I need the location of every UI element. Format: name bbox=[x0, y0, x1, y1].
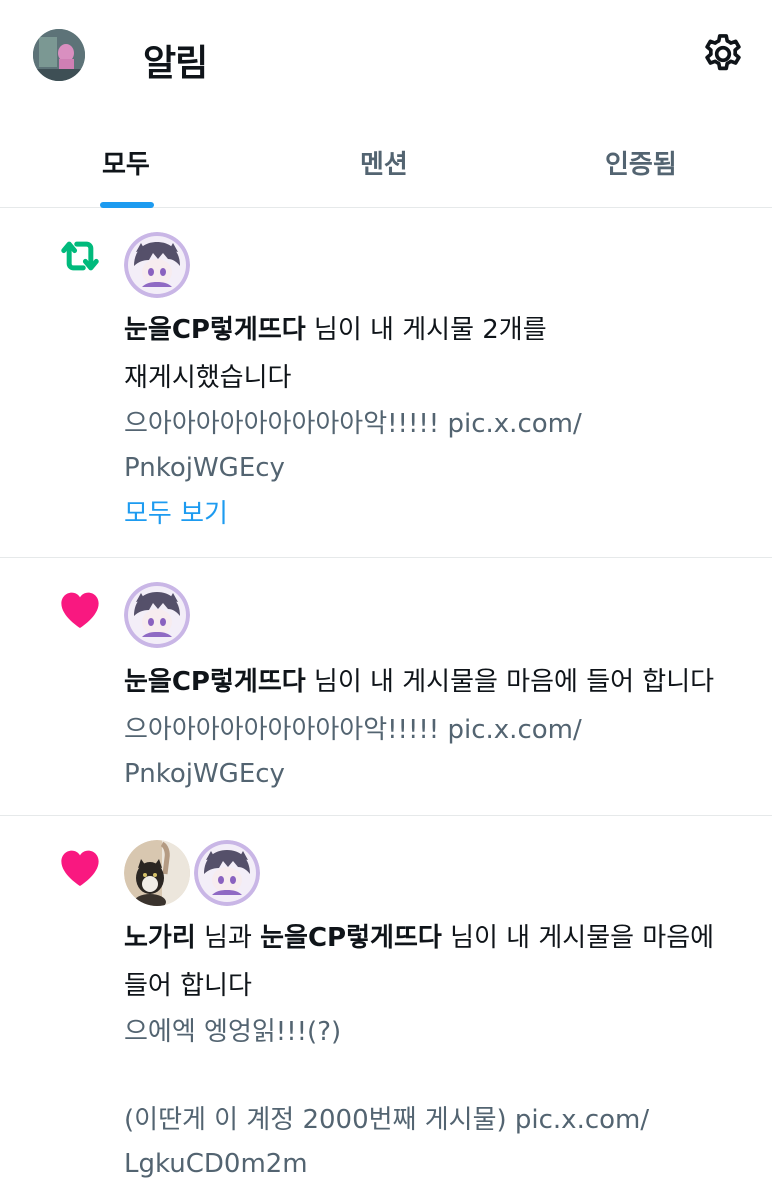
post-snippet-cont: PnkojWGEcy bbox=[124, 759, 285, 789]
tab-label: 인증됨 bbox=[605, 150, 677, 180]
notification-text: 노가리 님과 눈을CP렇게뜨다 님이 내 게시물을 마음에 bbox=[124, 916, 714, 960]
connector-text: 님과 bbox=[195, 923, 261, 953]
page-title: 알림 bbox=[143, 43, 208, 84]
notification-item[interactable]: 눈을CP렇게뜨다 님이 내 게시물을 마음에 들어 합니다 으아아아아아아아아아… bbox=[0, 558, 772, 816]
notification-text: 눈을CP렇게뜨다 님이 내 게시물 2개를 bbox=[124, 308, 547, 352]
settings-button[interactable] bbox=[700, 31, 746, 77]
user-avatar[interactable] bbox=[124, 232, 190, 298]
heart-icon bbox=[54, 840, 106, 892]
heart-icon bbox=[54, 582, 106, 634]
post-snippet-cont: LgkuCD0m2m bbox=[124, 1149, 308, 1179]
post-snippet: 으에엑 엥엉읽!!!(?) bbox=[124, 1017, 342, 1047]
post-snippet-cont: (이딴게 이 계정 2000번째 게시물) pic.x.com/ bbox=[124, 1105, 650, 1135]
post-snippet: 으아아아아아아아아아악!!!!! pic.x.com/ bbox=[124, 409, 582, 439]
avatar-image bbox=[124, 582, 190, 648]
user-avatar[interactable] bbox=[194, 840, 260, 906]
action-text: 님이 내 게시물을 마음에 들어 합니다 bbox=[305, 667, 715, 697]
action-text: 님이 내 게시물을 마음에 bbox=[441, 923, 715, 953]
action-text-cont: 들어 합니다 bbox=[124, 971, 252, 1001]
user-name[interactable]: 눈을CP렇게뜨다 bbox=[124, 315, 306, 345]
gear-icon bbox=[705, 34, 741, 71]
post-snippet-cont: PnkojWGEcy bbox=[124, 453, 285, 483]
tab-label: 멘션 bbox=[360, 150, 408, 180]
tab-label: 모두 bbox=[102, 150, 150, 180]
top-bar: 알림 bbox=[0, 0, 772, 112]
tab-all[interactable]: 모두 bbox=[100, 112, 156, 208]
tab-bar: 모두 멘션 인증됨 bbox=[0, 112, 772, 208]
tab-verified[interactable]: 인증됨 bbox=[603, 112, 687, 208]
show-all-link[interactable]: 모두 보기 bbox=[124, 492, 228, 536]
user-name[interactable]: 눈을CP렇게뜨다 bbox=[124, 667, 306, 697]
notification-item[interactable]: 노가리 님과 눈을CP렇게뜨다 님이 내 게시물을 마음에 들어 합니다 으에엑… bbox=[0, 816, 772, 1200]
user-avatar[interactable] bbox=[124, 582, 190, 648]
profile-avatar[interactable] bbox=[33, 29, 85, 81]
avatar-image bbox=[124, 232, 190, 298]
user-name[interactable]: 눈을CP렇게뜨다 bbox=[260, 923, 442, 953]
user-avatar[interactable] bbox=[124, 840, 190, 906]
notification-item[interactable]: 눈을CP렇게뜨다 님이 내 게시물 2개를 재게시했습니다 으아아아아아아아아아… bbox=[0, 208, 772, 558]
repost-icon bbox=[54, 230, 106, 282]
action-text-cont: 재게시했습니다 bbox=[124, 363, 292, 393]
user-name[interactable]: 노가리 bbox=[124, 923, 196, 953]
avatar-image bbox=[33, 29, 85, 81]
post-snippet: 으아아아아아아아아아악!!!!! pic.x.com/ bbox=[124, 715, 582, 745]
action-text: 님이 내 게시물 2개를 bbox=[305, 315, 547, 345]
avatar-image bbox=[194, 840, 260, 906]
avatar-image bbox=[124, 840, 190, 906]
notification-text: 눈을CP렇게뜨다 님이 내 게시물을 마음에 들어 합니다 bbox=[124, 660, 714, 704]
tab-mentions[interactable]: 멘션 bbox=[358, 112, 418, 208]
